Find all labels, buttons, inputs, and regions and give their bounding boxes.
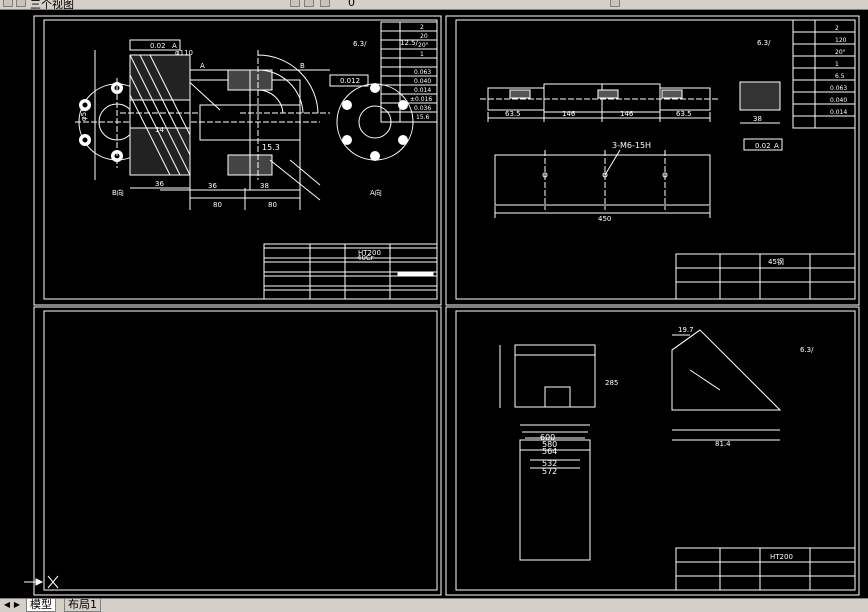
svg-text:20: 20 [420,33,428,40]
tab-layout1[interactable]: 布局1 [64,599,101,612]
svg-text:1: 1 [835,61,839,68]
dim-br-285: 285 [605,379,618,387]
tab-first-icon[interactable]: ◀ [2,600,12,610]
datum-bl-1: A [172,42,177,50]
svg-text:20°: 20° [418,42,429,49]
dim-bl-14: 14 [155,126,164,134]
title-block-tl [263,243,438,300]
svg-text:20°: 20° [835,49,846,56]
roughness-br: 6.3/ [800,346,814,354]
tolerance-tr: 0.02 [755,142,771,150]
tab-model[interactable]: 模型 [26,599,56,612]
dim-br-564: 564 [542,447,557,456]
dim-br-19: 19.7 [678,326,694,334]
label-tl-b: B [300,62,305,70]
tolerance-bl-1: 0.02 [150,42,166,50]
dim-br-572: 572 [542,467,557,476]
svg-text:0.063: 0.063 [830,85,847,92]
svg-text:0.063: 0.063 [414,69,431,76]
sheet-bl-text: 36 φ55 15.3 14 0.02 A 0.012 6.3/ [80,40,367,188]
title-block-tr [675,253,856,300]
svg-text:0.014: 0.014 [414,87,431,94]
params-values-tr: 2 120 20° 1 6.5 0.063 0.040 0.014 [830,25,847,116]
svg-text:0.036: 0.036 [414,105,431,112]
sheet-tl [75,54,414,210]
dim-bl-36: 36 [155,180,164,188]
title-block-bl [263,247,438,291]
svg-text:120: 120 [835,37,847,44]
lock-icon[interactable] [320,0,330,7]
svg-text:2: 2 [420,24,424,31]
svg-text:15.6: 15.6 [416,114,430,121]
sheet-tr [480,81,783,218]
svg-text:±0.016: ±0.016 [410,96,432,103]
material-br: HT200 [770,553,793,561]
tolerance-bl-2: 0.012 [340,77,360,85]
svg-text:0.040: 0.040 [830,97,847,104]
dim-tl-38: 38 [260,182,269,190]
roughness-tr: 6.3/ [757,39,771,47]
datum-tr: A [774,142,779,150]
svg-text:1: 1 [420,51,424,58]
open-file-icon[interactable] [16,0,26,7]
dim-tr-63a: 63.5 [505,110,521,118]
toolbar: 三个视图 0 [0,0,868,10]
dim-tl-80b: 80 [268,201,277,209]
new-file-icon[interactable] [3,0,13,7]
sheet-frame-tr [445,15,860,306]
view-label-b: B向 [112,188,124,197]
dim-bl-15: 15.3 [262,143,280,152]
dim-tr-450: 450 [598,215,611,223]
holes-tr: 3-M6-15H [612,141,651,150]
material-tr: 45钢 [768,257,784,266]
toolbar-title: 三个视图 [30,0,74,10]
sheet-frame-br [445,306,860,596]
view-label-a: A向 [370,188,382,197]
sun-icon[interactable] [304,0,314,7]
properties-icon[interactable] [610,0,620,7]
layout-tabs: ◀ ▶ 模型 布局1 [0,598,868,612]
dim-tr-146a: 146 [562,110,576,118]
dim-bl-phi55: φ55 [80,107,88,121]
sheet-frame-bl [33,306,442,596]
svg-text:2: 2 [835,25,839,32]
svg-text:0.014: 0.014 [830,109,847,116]
dim-tl-80a: 80 [213,201,222,209]
roughness-bl: 6.3/ [353,40,367,48]
dim-tl-36: 36 [208,182,217,190]
sheet-br-text: 600 580 564 532 572 19.7 81.4 285 6.3/ [540,326,814,476]
dim-tr-146b: 146 [620,110,634,118]
layer-dropdown[interactable]: 0 [348,0,355,9]
label-tl-a: A [200,62,205,70]
dim-br-81: 81.4 [715,440,731,448]
material-bl: 40Cr [357,254,374,262]
title-block-br [675,547,856,591]
ucs-icon [24,575,59,589]
tab-next-icon[interactable]: ▶ [12,600,22,610]
dim-tr-38: 38 [753,115,762,123]
layer-icon[interactable] [290,0,300,7]
dim-tr-63b: 63.5 [676,110,692,118]
sheet-tr-text: 63.5 146 146 63.5 450 38 3-M6-15H 0.02 A… [505,39,779,223]
svg-text:0.040: 0.040 [414,78,431,85]
drawing-canvas[interactable]: 80 80 36 38 φ110 A B B向 A向 12.5/ HT200 6… [0,10,868,598]
svg-text:6.5: 6.5 [835,73,845,80]
